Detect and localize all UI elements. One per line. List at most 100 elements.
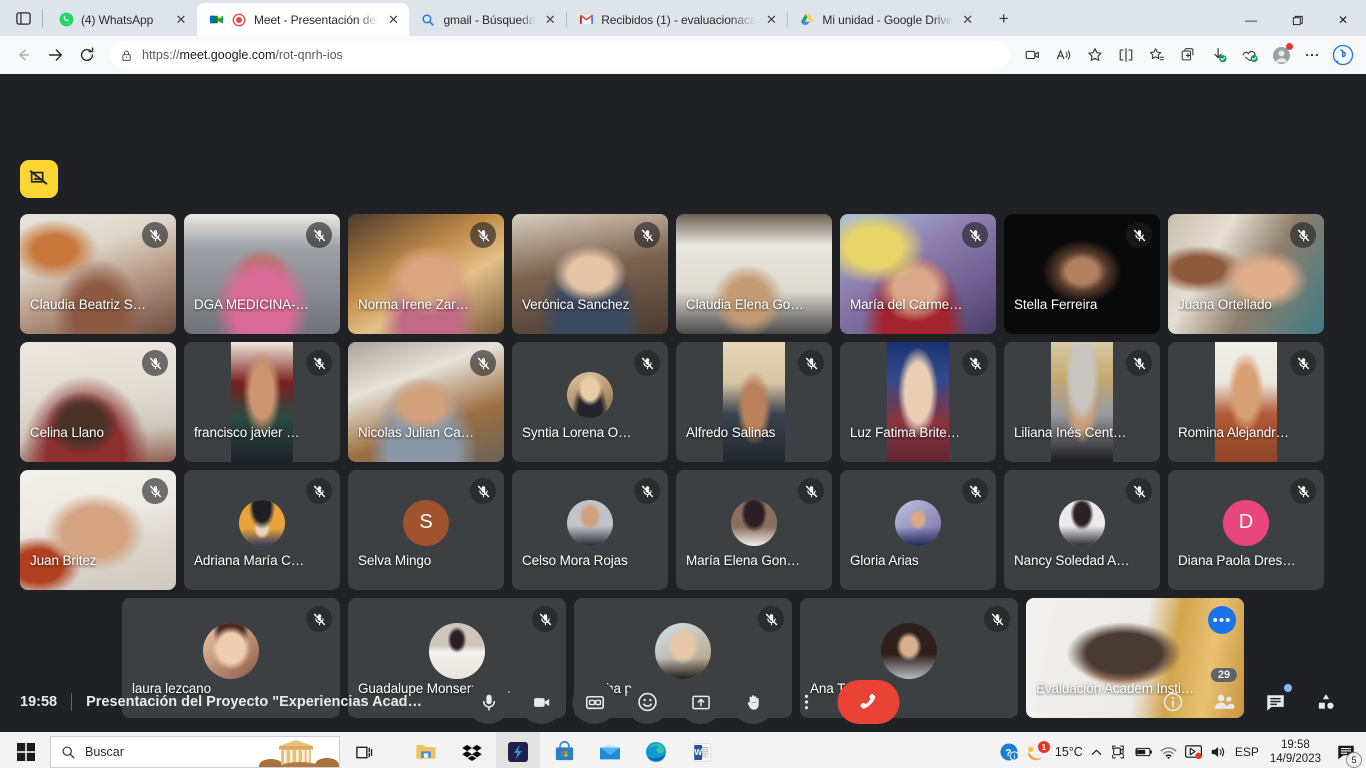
microsoft-store-icon[interactable]	[542, 732, 586, 768]
self-view-more-button[interactable]: •••	[1208, 606, 1236, 634]
meeting-details-button[interactable]	[1153, 682, 1193, 722]
participant-tile[interactable]: Claudia Beatriz S…	[20, 214, 176, 334]
participant-tile[interactable]: Celso Mora Rojas	[512, 470, 668, 590]
settings-more-icon[interactable]	[1297, 40, 1327, 70]
camera-tray-icon[interactable]	[1110, 744, 1126, 760]
participant-tile[interactable]: Romina Alejandr…	[1168, 342, 1324, 462]
avatar	[881, 622, 937, 679]
downloads-icon[interactable]	[1204, 40, 1234, 70]
file-explorer-icon[interactable]	[404, 732, 448, 768]
participant-tile[interactable]: Celina Llano	[20, 342, 176, 462]
participant-tile[interactable]: Verónica Sanchez	[512, 214, 668, 334]
profile-icon[interactable]	[1266, 40, 1296, 70]
video-capture-icon[interactable]	[1018, 40, 1048, 70]
microphone-button[interactable]	[466, 680, 511, 724]
participant-tile[interactable]: Stella Ferreira	[1004, 214, 1160, 334]
tab-close-icon[interactable]: ✕	[960, 13, 976, 26]
battery-charging-icon[interactable]	[1133, 745, 1153, 759]
browser-tab-gmail-search[interactable]: gmail - Búsqueda ✕	[409, 3, 566, 36]
participant-tile[interactable]: Luz Fatima Brite…	[840, 342, 996, 462]
mic-off-icon	[634, 478, 660, 504]
participant-tile[interactable]: María Elena Gon…	[676, 470, 832, 590]
participant-name: Adriana María C…	[194, 553, 305, 568]
browser-tab-gmail-inbox[interactable]: Recibidos (1) - evaluacionaca ✕	[567, 3, 787, 36]
chat-button[interactable]	[1255, 682, 1295, 722]
participant-tile[interactable]: D Diana Paola Dres…	[1168, 470, 1324, 590]
notification-icon[interactable]: 5	[1332, 736, 1362, 768]
browser-tab-whatsapp[interactable]: (4) WhatsApp ✕	[47, 3, 197, 36]
tab-title: Mi unidad - Google Drive	[822, 12, 953, 27]
participant-name: Syntia Lorena O…	[522, 425, 632, 440]
participant-tile[interactable]: DGA MEDICINA-…	[184, 214, 340, 334]
weather-icon[interactable]: 1	[1026, 741, 1050, 762]
participant-tile[interactable]: Gloria Arias	[840, 470, 996, 590]
windows-start-icon[interactable]	[4, 732, 48, 768]
participant-tile[interactable]: Syntia Lorena O…	[512, 342, 668, 462]
help-circle-icon[interactable]: ? i	[999, 742, 1019, 762]
favorite-star-icon[interactable]	[1080, 40, 1110, 70]
browser-tab-google-drive[interactable]: Mi unidad - Google Drive ✕	[788, 3, 983, 36]
chevron-up-icon[interactable]	[1090, 746, 1103, 759]
camera-button[interactable]	[519, 680, 564, 724]
task-view-icon[interactable]	[342, 732, 386, 768]
show-everyone-button[interactable]: 29	[1204, 668, 1244, 722]
control-bar-divider	[71, 693, 73, 711]
bing-copilot-icon[interactable]	[1328, 40, 1358, 70]
address-bar[interactable]: https://meet.google.com/rot-qnrh-ios	[110, 41, 1010, 69]
participant-tile[interactable]: Nicolas Julian Ca…	[348, 342, 504, 462]
activities-button[interactable]	[1306, 682, 1346, 722]
word-icon[interactable]: W	[680, 732, 724, 768]
app-purple-icon[interactable]	[496, 732, 540, 768]
reactions-button[interactable]	[625, 680, 670, 724]
tab-search-sidebar-icon[interactable]	[6, 3, 40, 33]
performance-icon[interactable]	[1235, 40, 1265, 70]
participant-tile[interactable]: francisco javier …	[184, 342, 340, 462]
dropbox-icon[interactable]	[450, 732, 494, 768]
window-minimize-button[interactable]: —	[1228, 4, 1274, 36]
more-options-button[interactable]	[785, 680, 829, 724]
wifi-icon[interactable]	[1160, 745, 1177, 760]
participant-tile[interactable]: Nancy Soledad A…	[1004, 470, 1160, 590]
temperature-label: 15°C	[1054, 745, 1083, 759]
window-maximize-button[interactable]	[1274, 4, 1320, 36]
mail-icon[interactable]	[588, 732, 632, 768]
tab-close-icon[interactable]: ✕	[385, 13, 401, 26]
screen-record-icon[interactable]	[1184, 744, 1203, 760]
presentation-off-icon[interactable]	[20, 160, 58, 198]
browser-tab-meet[interactable]: Meet - Presentación del ✕	[197, 3, 410, 36]
reload-icon[interactable]	[72, 40, 102, 70]
participant-tile[interactable]: María del Carme…	[840, 214, 996, 334]
forward-icon[interactable]	[40, 40, 70, 70]
clock[interactable]: 19:58 14/9/2023	[1266, 738, 1325, 767]
add-tab-group-icon[interactable]	[1173, 40, 1203, 70]
new-tab-button[interactable]: +	[990, 5, 1018, 33]
participant-tile[interactable]: Claudia Elena Go…	[676, 214, 832, 334]
participant-tile[interactable]: Alfredo Salinas	[676, 342, 832, 462]
tab-close-icon[interactable]: ✕	[542, 13, 558, 26]
search-icon	[420, 12, 436, 28]
mic-off-icon	[532, 606, 558, 632]
search-input[interactable]: Buscar	[50, 736, 340, 768]
microsoft-edge-icon[interactable]	[634, 732, 678, 768]
svg-text:W: W	[694, 748, 702, 757]
back-icon[interactable]	[8, 40, 38, 70]
participant-tile[interactable]: Juana Ortellado	[1168, 214, 1324, 334]
split-screen-icon[interactable]	[1111, 40, 1141, 70]
captions-button[interactable]	[572, 680, 617, 724]
read-aloud-icon[interactable]	[1049, 40, 1079, 70]
participant-name: Nancy Soledad A…	[1014, 553, 1130, 568]
tab-close-icon[interactable]: ✕	[763, 13, 779, 26]
speaker-icon[interactable]	[1210, 744, 1228, 760]
participant-tile[interactable]: S Selva Mingo	[348, 470, 504, 590]
participant-tile[interactable]: Liliana Inés Cent…	[1004, 342, 1160, 462]
participant-tile[interactable]: Norma Irene Zar…	[348, 214, 504, 334]
tab-close-icon[interactable]: ✕	[173, 13, 189, 26]
raise-hand-button[interactable]	[731, 680, 776, 724]
leave-call-button[interactable]	[837, 680, 900, 724]
collections-icon[interactable]	[1142, 40, 1172, 70]
participant-tile[interactable]: Adriana María C…	[184, 470, 340, 590]
present-now-button[interactable]	[678, 680, 723, 724]
participant-tile[interactable]: Juan Britez	[20, 470, 176, 590]
language-indicator[interactable]: ESP	[1235, 745, 1259, 759]
window-close-button[interactable]: ✕	[1320, 4, 1366, 36]
